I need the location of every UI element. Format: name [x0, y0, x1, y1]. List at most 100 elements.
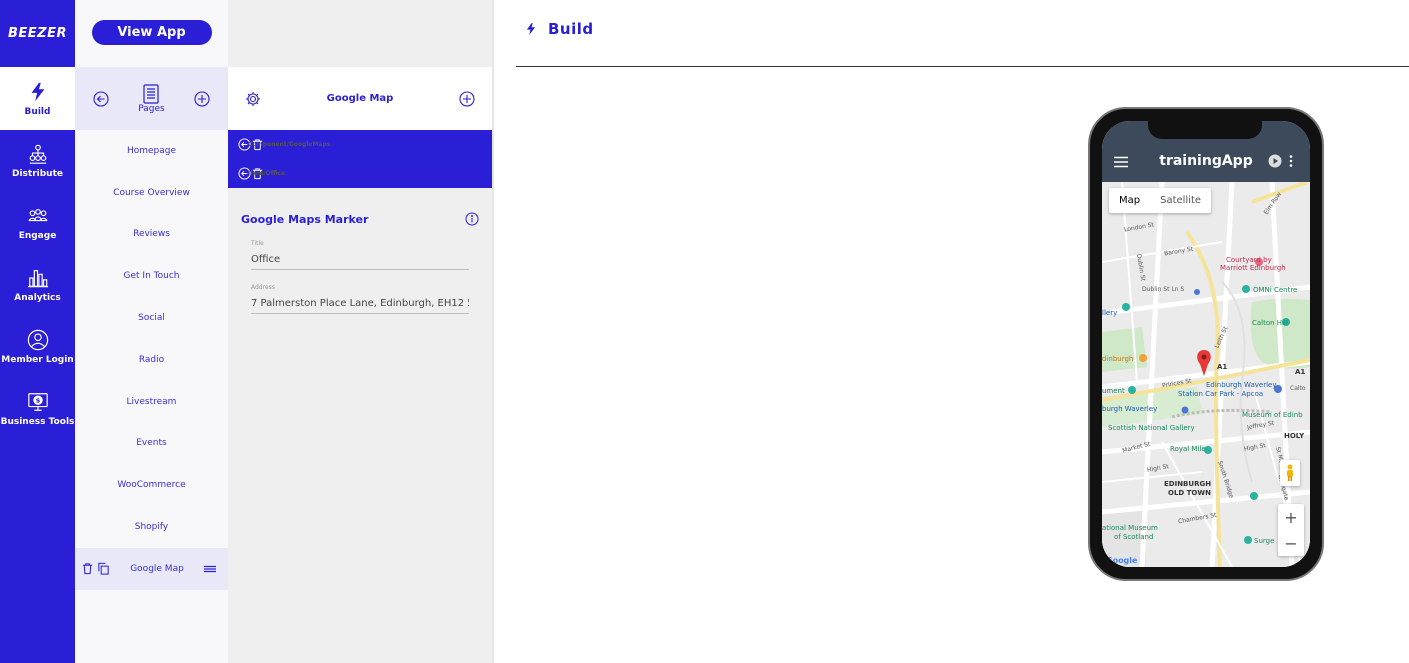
- page-item-events[interactable]: Events: [75, 423, 228, 465]
- nav-item-label: Business Tools: [0, 417, 75, 427]
- trash-icon[interactable]: [81, 562, 94, 575]
- page-item-course-overview[interactable]: Course Overview: [75, 172, 228, 214]
- page-item-woocommerce[interactable]: WooCommerce: [75, 464, 228, 506]
- nav-item-distribute[interactable]: Distribute: [0, 130, 75, 192]
- nav-item-analytics[interactable]: Analytics: [0, 254, 75, 316]
- view-app-area: View App: [75, 0, 228, 67]
- info-icon[interactable]: [465, 212, 479, 226]
- app-root: BEEZER Build Distribute Engage Analytics…: [0, 0, 1409, 663]
- page-item-livestream[interactable]: Livestream: [75, 381, 228, 423]
- tab-map[interactable]: Map: [1109, 188, 1150, 213]
- map-label: Scottish National Gallery: [1108, 424, 1195, 432]
- breadcrumb-item-office[interactable]: Item/Office: [228, 159, 492, 188]
- map-label: Station Car Park - Apcoa: [1178, 390, 1264, 398]
- pages-center: Pages: [138, 83, 165, 114]
- page-item-social[interactable]: Social: [75, 297, 228, 339]
- document-icon: [143, 83, 160, 104]
- page-item-label: Google Map: [130, 563, 184, 574]
- component-header: Google Map: [228, 67, 492, 130]
- title-input[interactable]: [251, 248, 469, 270]
- title-field: Title: [251, 240, 469, 270]
- pages-label: Pages: [138, 103, 165, 114]
- page-item-google-map[interactable]: Google Map: [75, 547, 228, 590]
- bar-chart-icon: [27, 270, 48, 288]
- network-icon: [29, 144, 46, 164]
- map-label: OLD TOWN: [1168, 489, 1211, 497]
- map-label: dinburgh: [1102, 355, 1134, 363]
- lightning-icon: [526, 23, 536, 35]
- map-label: Marriott Edinburgh: [1220, 264, 1286, 272]
- map-label: A1: [1295, 368, 1306, 376]
- nav-item-label: Build: [24, 106, 51, 117]
- nav-item-member-login[interactable]: Member Login: [0, 316, 75, 378]
- beezer-logo[interactable]: BEEZER: [0, 0, 75, 67]
- svg-text:$: $: [35, 396, 40, 404]
- map-label: Surge: [1254, 537, 1275, 545]
- street-view-pegman[interactable]: [1280, 460, 1300, 486]
- address-field: Address: [251, 284, 469, 314]
- panel-divider: [492, 0, 494, 663]
- lightning-icon: [31, 82, 44, 101]
- map-label: EDINBURGH: [1164, 480, 1212, 488]
- group-icon: [27, 208, 48, 222]
- zoom-in-button[interactable]: +: [1278, 504, 1304, 530]
- header-divider: [516, 66, 1409, 67]
- page-item-shopify[interactable]: Shopify: [75, 506, 228, 548]
- marker-section: Google Maps Marker Title Address: [228, 188, 492, 314]
- monitor-dollar-icon: $: [27, 393, 48, 411]
- map-label: of Scotland: [1114, 533, 1154, 541]
- map-label: burgh Waverley: [1102, 405, 1158, 413]
- user-circle-icon: [27, 329, 48, 351]
- copy-icon[interactable]: [97, 562, 110, 576]
- map-label: Museum of Edinb: [1242, 411, 1303, 419]
- view-app-button[interactable]: View App: [91, 20, 212, 45]
- play-icon[interactable]: [1268, 154, 1282, 168]
- nav-item-build[interactable]: Build: [0, 67, 75, 130]
- address-input[interactable]: [251, 292, 469, 314]
- breadcrumb-item-component[interactable]: Component/GoogleMaps: [228, 130, 492, 159]
- map-label: Edinburgh Waverley: [1206, 381, 1277, 389]
- pegman-icon: [1287, 464, 1293, 481]
- phone-screen: trainingApp Elm Row London St Barony St …: [1102, 121, 1310, 567]
- nav-item-label: Engage: [18, 231, 57, 241]
- map-label: llery: [1102, 309, 1118, 317]
- marker-header: Google Maps Marker: [241, 212, 479, 226]
- main-nav: BEEZER Build Distribute Engage Analytics…: [0, 0, 75, 663]
- page-list: Homepage Course Overview Reviews Get In …: [75, 130, 228, 590]
- breadcrumb-label: Item/Office: [248, 170, 286, 177]
- nav-item-business-tools[interactable]: $ Business Tools: [0, 378, 75, 440]
- component-panel: Google Map Component/GoogleMaps Item/Off…: [228, 0, 492, 663]
- component-panel-top: [228, 0, 492, 67]
- main-header: Build: [524, 20, 594, 38]
- page-item-reviews[interactable]: Reviews: [75, 214, 228, 256]
- tab-satellite[interactable]: Satellite: [1150, 188, 1211, 213]
- nav-item-engage[interactable]: Engage: [0, 192, 75, 254]
- add-page-icon[interactable]: [194, 90, 210, 107]
- breadcrumb: Component/GoogleMaps Item/Office: [228, 130, 492, 188]
- nav-item-label: Distribute: [12, 169, 63, 179]
- map-label: OMNi Centre: [1253, 286, 1298, 294]
- more-vertical-icon[interactable]: [1288, 154, 1294, 168]
- map-label: Royal Mile: [1170, 445, 1206, 453]
- page-item-homepage[interactable]: Homepage: [75, 130, 228, 172]
- add-component-icon[interactable]: [459, 90, 475, 107]
- pages-header: Pages: [75, 67, 228, 130]
- page-item-get-in-touch[interactable]: Get In Touch: [75, 255, 228, 297]
- page-title: Build: [548, 20, 594, 38]
- google-map[interactable]: Elm Row London St Barony St Dublin St Du…: [1102, 182, 1310, 567]
- gear-icon[interactable]: [245, 91, 261, 107]
- map-type-tabs: Map Satellite: [1109, 188, 1212, 213]
- component-title: Google Map: [326, 93, 394, 104]
- back-arrow-icon[interactable]: [93, 90, 109, 107]
- drag-handle-icon[interactable]: [204, 565, 216, 573]
- breadcrumb-label: Component/GoogleMaps: [248, 141, 331, 148]
- section-title: Google Maps Marker: [241, 212, 369, 226]
- zoom-out-button[interactable]: −: [1278, 530, 1304, 556]
- map-label: Dublin St Ln S: [1142, 286, 1185, 293]
- address-field-label: Address: [251, 284, 275, 291]
- page-item-radio[interactable]: Radio: [75, 339, 228, 381]
- zoom-controls: + −: [1278, 504, 1304, 556]
- google-logo: Google: [1106, 556, 1138, 565]
- map-label: HOLY: [1284, 432, 1305, 440]
- pages-panel: View App Pages Homepage Course Overview …: [75, 0, 228, 663]
